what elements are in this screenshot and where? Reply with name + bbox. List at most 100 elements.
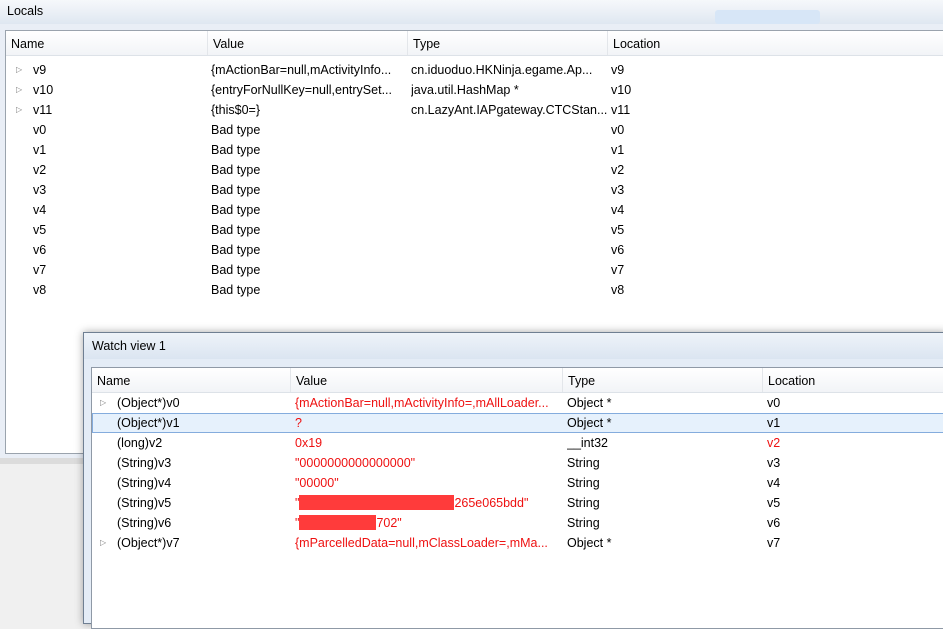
locals-cell-name: v5	[33, 223, 47, 237]
expander-icon[interactable]: ▷	[16, 100, 26, 120]
locals-row[interactable]: v1 Bad type v1	[6, 140, 943, 160]
watch-cell-name: (Object*)v1	[117, 416, 180, 430]
watch-row[interactable]: (String)v5 " 265e065bdd" String v5	[92, 493, 943, 513]
locals-cell-name: v6	[33, 243, 47, 257]
locals-cell-value: Bad type	[211, 143, 261, 157]
redaction-bar	[299, 495, 455, 510]
watch-row[interactable]: (String)v3 "0000000000000000" String v3	[92, 453, 943, 473]
locals-cell-name: v7	[33, 263, 47, 277]
watch-cell-value: "0000000000000000"	[295, 456, 416, 470]
locals-row[interactable]: ▷ v10 {entryForNullKey=null,entrySet... jav…	[6, 80, 943, 100]
expander-icon[interactable]: ▷	[16, 60, 26, 80]
locals-cell-value: Bad type	[211, 283, 261, 297]
locals-cell-value: Bad type	[211, 263, 261, 277]
watch-titlebar[interactable]: Watch view 1	[84, 333, 943, 359]
locals-cell-location: v9	[611, 63, 625, 77]
watch-row[interactable]: (Object*)v1? Object * v1	[92, 413, 943, 433]
locals-cell-location: v3	[611, 183, 625, 197]
locals-cell-type	[411, 280, 607, 300]
watch-title: Watch view 1	[92, 339, 166, 353]
locals-row[interactable]: v6 Bad type v6	[6, 240, 943, 260]
locals-cell-type	[411, 180, 607, 200]
watch-cell-location: v1	[767, 416, 781, 430]
watch-cell-value: "00000"	[295, 476, 339, 490]
locals-cell-name: v1	[33, 143, 47, 157]
locals-row[interactable]: v3 Bad type v3	[6, 180, 943, 200]
locals-row[interactable]: v5 Bad type v5	[6, 220, 943, 240]
locals-cell-type	[411, 200, 607, 220]
locals-title: Locals	[7, 4, 44, 18]
locals-row[interactable]: ▷ v9 {mActionBar=null,mActivityInfo... cn.i…	[6, 60, 943, 80]
expander-icon[interactable]: ▷	[100, 533, 110, 553]
watch-grid: Name Value Type Location ▷ (Object*)v0 {mA…	[91, 367, 943, 629]
locals-cell-location: v1	[611, 143, 625, 157]
watch-col-location[interactable]: Location	[763, 368, 943, 392]
watch-col-value[interactable]: Value	[291, 368, 563, 392]
watch-cell-value: {mActionBar=null,mActivityInfo=,mAllLoad…	[295, 396, 549, 410]
watch-cell-name: (Object*)v7	[117, 536, 180, 550]
locals-cell-location: v7	[611, 263, 625, 277]
watch-cell-value: ?	[295, 416, 302, 430]
watch-cell-location: v3	[767, 456, 781, 470]
locals-cell-value: Bad type	[211, 243, 261, 257]
watch-row[interactable]: (String)v6 " 702" String v6	[92, 513, 943, 533]
watch-cell-name: (String)v3	[117, 456, 172, 470]
watch-cell-type: __int32	[567, 436, 609, 450]
watch-cell-value: " 702"	[295, 513, 563, 533]
watch-cell-type: Object *	[567, 416, 612, 430]
locals-cell-location: v10	[611, 83, 632, 97]
locals-cell-value: {this$0=}	[211, 103, 261, 117]
locals-row[interactable]: v7 Bad type v7	[6, 260, 943, 280]
watch-cell-type: String	[567, 496, 600, 510]
watch-cell-location: v5	[767, 496, 781, 510]
watch-cell-location: v7	[767, 536, 781, 550]
locals-cell-name: v11	[33, 103, 53, 117]
locals-row[interactable]: v4 Bad type v4	[6, 200, 943, 220]
watch-cell-location: v2	[767, 436, 781, 450]
locals-cell-value: Bad type	[211, 183, 261, 197]
locals-cell-location: v2	[611, 163, 625, 177]
watch-row[interactable]: ▷ (Object*)v0 {mActionBar=null,mActivityIn…	[92, 393, 943, 413]
locals-cell-location: v11	[611, 103, 631, 117]
locals-row[interactable]: v8 Bad type v8	[6, 280, 943, 300]
locals-cell-type	[411, 220, 607, 240]
watch-window: Watch view 1 Name Value Type Location ▷(…	[83, 332, 943, 629]
expander-icon[interactable]: ▷	[16, 80, 26, 100]
locals-col-value[interactable]: Value	[208, 31, 408, 55]
expander-icon[interactable]: ▷	[100, 393, 110, 413]
watch-row[interactable]: ▷ (Object*)v7 {mParcelledData=null,mClassL…	[92, 533, 943, 553]
locals-cell-type: java.util.HashMap *	[411, 83, 519, 97]
locals-cell-location: v4	[611, 203, 625, 217]
watch-cell-value: " 265e065bdd"	[295, 493, 563, 513]
watch-row[interactable]: (String)v4 "00000" String v4	[92, 473, 943, 493]
locals-cell-name: v0	[33, 123, 47, 137]
locals-cell-type	[411, 240, 607, 260]
watch-cell-type: String	[567, 456, 600, 470]
locals-cell-type	[411, 120, 607, 140]
locals-cell-type: cn.iduoduo.HKNinja.egame.Ap...	[411, 63, 593, 77]
watch-cell-type: Object *	[567, 396, 612, 410]
locals-col-location[interactable]: Location	[608, 31, 943, 55]
watch-cell-location: v6	[767, 516, 781, 530]
locals-cell-location: v0	[611, 123, 625, 137]
locals-row[interactable]: v2 Bad type v2	[6, 160, 943, 180]
toolbar-ghost-button	[715, 10, 820, 24]
watch-cell-name: (String)v6	[117, 516, 172, 530]
watch-col-name[interactable]: Name	[92, 368, 291, 392]
locals-titlebar[interactable]: Locals	[0, 0, 943, 24]
locals-row[interactable]: v0 Bad type v0	[6, 120, 943, 140]
locals-cell-name: v10	[33, 83, 54, 97]
locals-cell-type	[411, 160, 607, 180]
watch-col-type[interactable]: Type	[563, 368, 763, 392]
locals-cell-value: Bad type	[211, 163, 261, 177]
value-suffix: 702"	[376, 516, 402, 530]
locals-col-name[interactable]: Name	[6, 31, 208, 55]
locals-col-type[interactable]: Type	[408, 31, 608, 55]
locals-cell-name: v8	[33, 283, 47, 297]
locals-cell-value: Bad type	[211, 203, 261, 217]
watch-row[interactable]: (long)v2 0x19 __int32 v2	[92, 433, 943, 453]
watch-cell-location: v4	[767, 476, 781, 490]
watch-cell-name: (String)v5	[117, 496, 172, 510]
locals-cell-type	[411, 140, 607, 160]
locals-row[interactable]: ▷ v11 {this$0=} cn.LazyAnt.IAPgateway.CTCSt…	[6, 100, 943, 120]
